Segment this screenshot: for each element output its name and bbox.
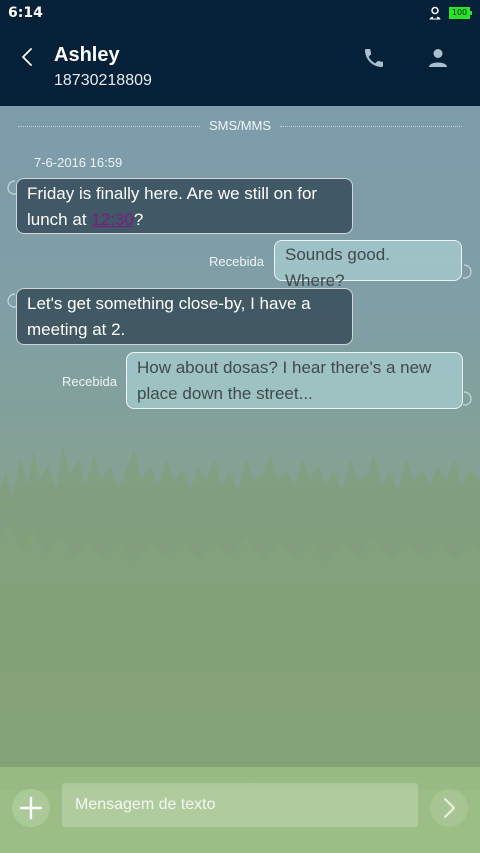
phone-icon[interactable] [362,46,386,70]
contact-name: Ashley [54,44,120,66]
message-text: ? [133,210,144,229]
message-text: Friday is finally here. Are we still on … [27,184,318,229]
message-date: 7-6-2016 16:59 [34,155,123,170]
message-text: Sounds good. Where? [285,245,390,290]
bubble-tail-icon [463,391,472,406]
messaging-screen: 6:14 100 Ashley 18730218809 SMS/MMS 7-6-… [0,0,480,853]
message-bubble-incoming[interactable]: Let's get something close-by, I have a m… [16,288,353,345]
chevron-left-icon[interactable] [17,46,39,68]
user-badge-icon [429,6,441,20]
message-text: Let's get something close-by, I have a m… [27,294,311,339]
message-bubble-outgoing[interactable]: How about dosas? I hear there's a new pl… [126,352,463,409]
message-status: Recebida [62,374,117,389]
send-button[interactable] [430,789,468,827]
conversation-header: Ashley 18730218809 [0,30,480,106]
message-bubble-outgoing[interactable]: Sounds good. Where? [274,240,462,290]
message-input[interactable] [62,783,418,827]
compose-bar [0,767,480,853]
plus-icon [19,796,43,820]
add-attachment-button[interactable] [12,789,50,827]
person-icon[interactable] [426,46,450,70]
message-bubble-incoming[interactable]: Friday is finally here. Are we still on … [16,178,353,234]
battery-icon: 100 [449,7,472,19]
divider [280,126,462,127]
conversation-area[interactable]: SMS/MMS 7-6-2016 16:59 Friday is finally… [0,106,480,766]
battery-level: 100 [451,8,468,17]
status-bar: 6:14 100 [0,0,480,30]
divider [18,126,200,127]
channel-label: SMS/MMS [208,118,272,133]
status-time: 6:14 [8,5,43,21]
chevron-right-icon [443,797,456,819]
time-link[interactable]: 12:30 [91,210,134,229]
bubble-tail-icon [463,264,472,279]
message-status: Recebida [209,254,264,269]
contact-number: 18730218809 [54,72,152,89]
message-text: How about dosas? I hear there's a new pl… [137,358,432,403]
